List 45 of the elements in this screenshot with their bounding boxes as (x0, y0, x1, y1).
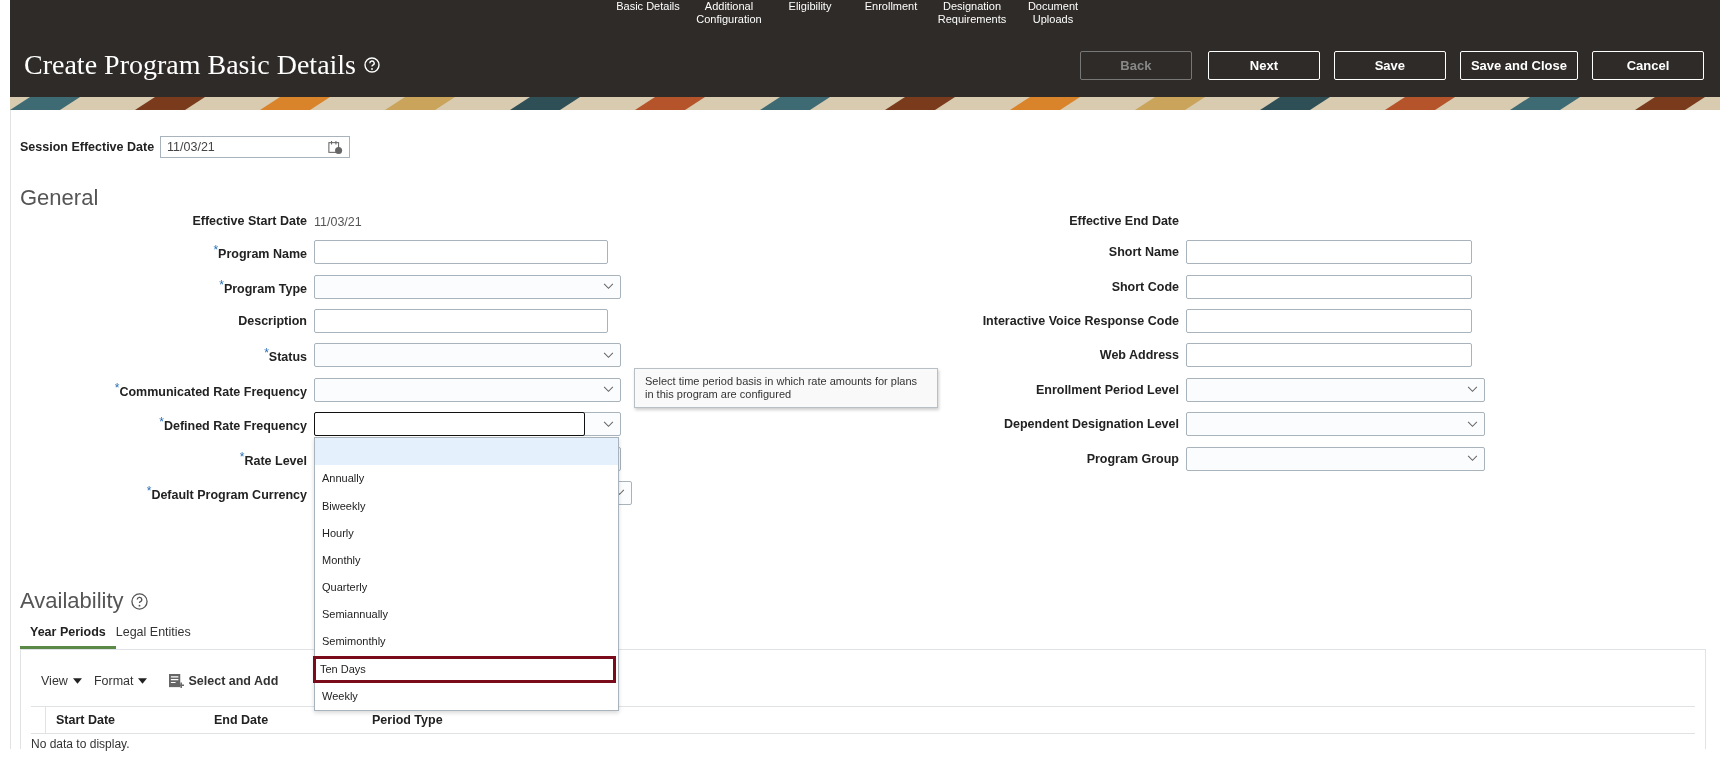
dropdown-option[interactable]: Hourly (315, 519, 618, 547)
toolbar-menu[interactable]: Format (93, 674, 148, 689)
field-label: Interactive Voice Response Code (981, 313, 1179, 328)
train-step-link[interactable]: Designation Requirements (937, 0, 1007, 26)
header-button[interactable]: Save (1333, 50, 1446, 80)
tab[interactable]: Legal Entities (115, 620, 201, 650)
header-button[interactable]: Save and Close (1459, 50, 1578, 80)
date-field[interactable]: 11/03/21 (160, 136, 351, 158)
field-label: Short Name (1107, 245, 1179, 260)
dropdown-option[interactable]: Ten Days (313, 655, 616, 683)
section-heading: Availability (20, 588, 124, 615)
train-step-link[interactable]: Additional Configuration (694, 0, 764, 26)
field-label: Web Address (1098, 348, 1179, 363)
field-label: Enrollment Period Level (1034, 382, 1179, 397)
dropdown-option[interactable]: Semimonthly (315, 628, 618, 656)
field-label: Effective End Date (1068, 214, 1179, 228)
field-label: Program Group (1085, 451, 1179, 466)
field-label: Effective Start Date (191, 214, 307, 228)
field-value: 11/03/21 (314, 215, 362, 229)
field-label: Description (237, 313, 307, 328)
header-button[interactable]: Next (1207, 50, 1320, 80)
toolbar-menu[interactable]: View (41, 674, 82, 689)
column-header: Start Date (55, 713, 117, 728)
train-step-link[interactable]: Basic Details (613, 0, 683, 13)
train-step-link[interactable]: Eligibility (775, 0, 845, 13)
section-heading: General (20, 185, 100, 212)
dropdown-option[interactable]: Quarterly (315, 574, 618, 602)
header-button[interactable]: Cancel (1592, 50, 1704, 80)
train-step-link[interactable]: Enrollment (856, 0, 926, 13)
page-title: Create Program Basic Details (24, 49, 356, 81)
field-label: Dependent Designation Level (1002, 417, 1179, 432)
dropdown-option[interactable]: Weekly (315, 682, 618, 710)
column-header: Period Type (371, 713, 444, 728)
dropdown-option[interactable]: Monthly (315, 546, 618, 575)
field-label: Session Effective Date (20, 140, 155, 154)
empty-table-message: No data to display. (31, 736, 131, 752)
train-step-link[interactable]: Document Uploads (1018, 0, 1088, 26)
field-label: Short Code (1110, 279, 1179, 294)
column-header: End Date (213, 713, 270, 728)
tab[interactable]: Year Periods (20, 620, 116, 650)
dropdown-option[interactable]: Semiannually (315, 601, 618, 629)
tooltip: Select time period basis in which rate amounts for plans in this program are configured (634, 368, 938, 409)
dropdown-option[interactable]: Annually (315, 465, 618, 493)
dropdown-option[interactable]: Biweekly (315, 492, 618, 520)
toolbar-button[interactable]: Select and Add (169, 673, 279, 689)
